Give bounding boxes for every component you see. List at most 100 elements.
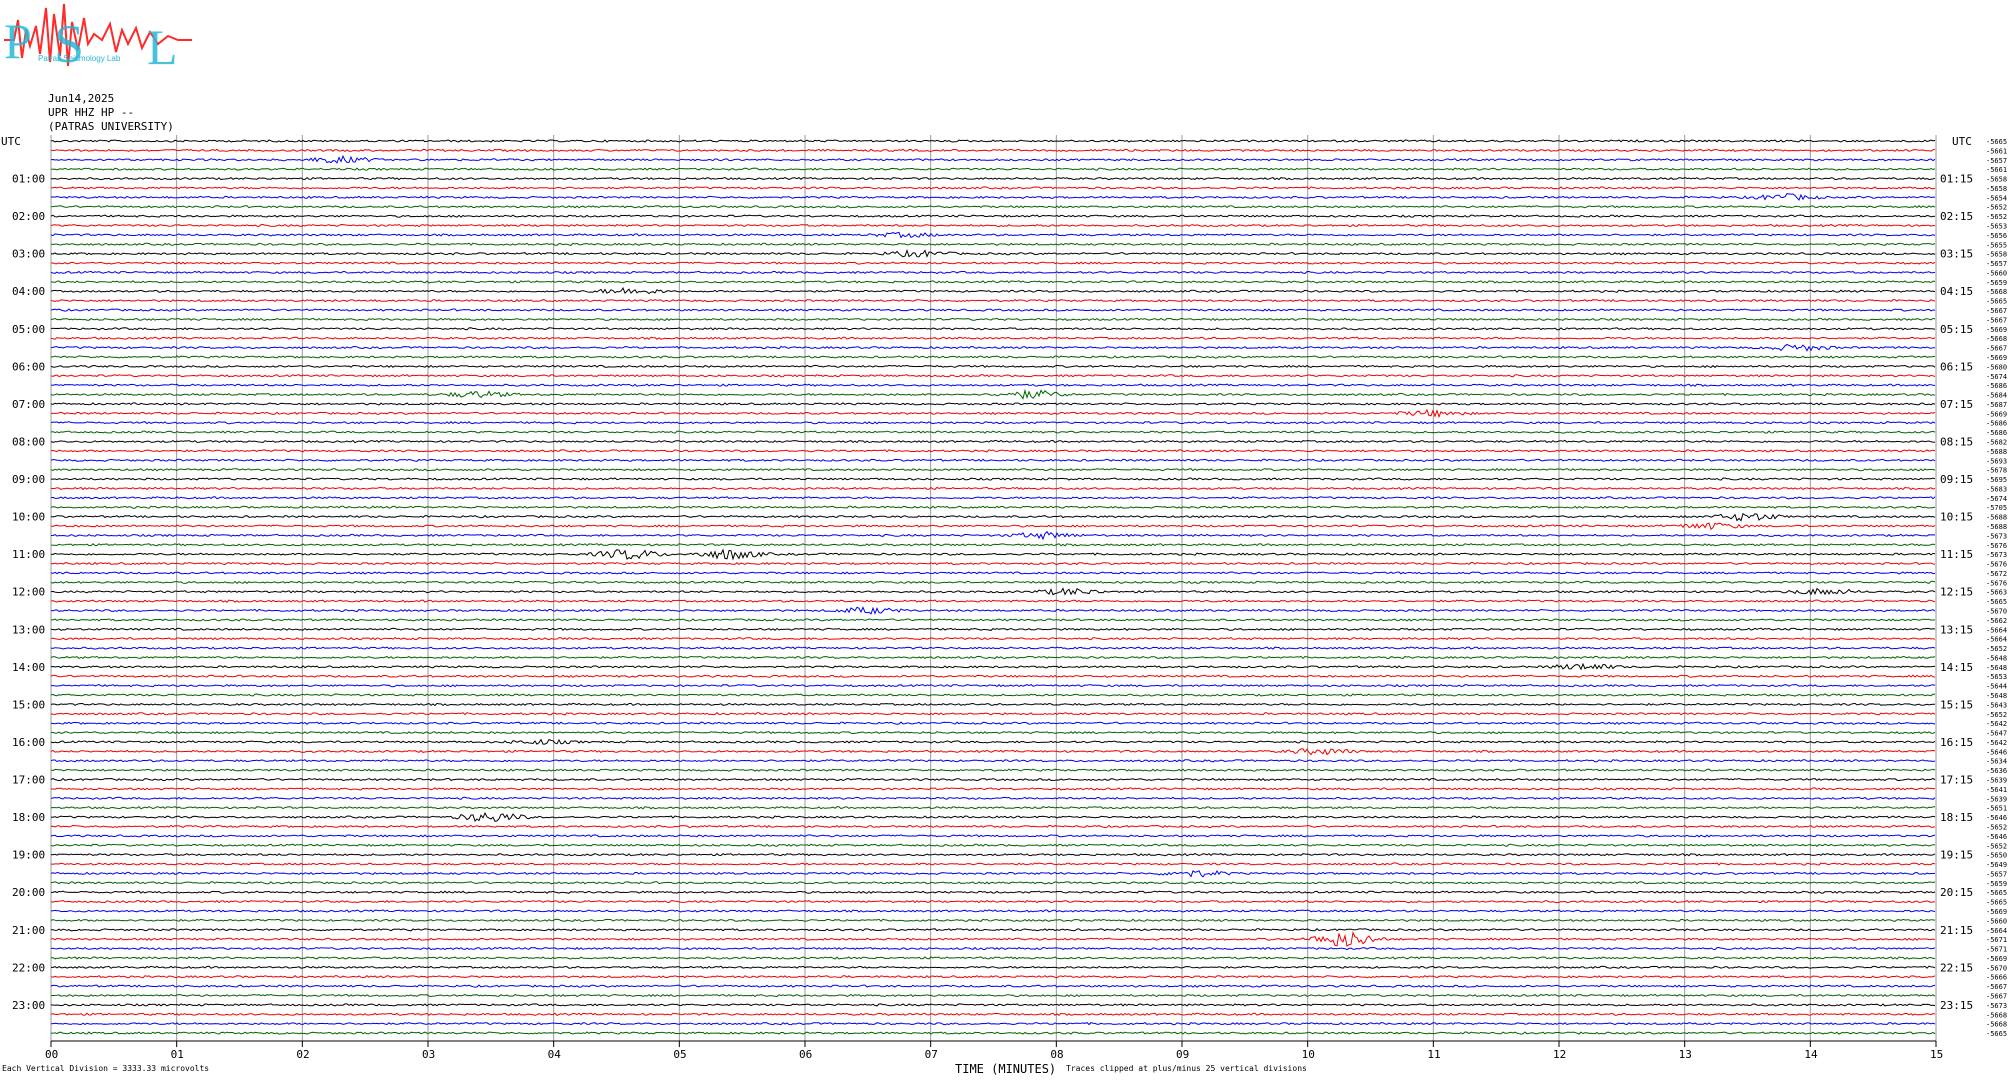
trace-line — [50, 186, 1936, 190]
hour-label-right: 14:15 — [1940, 661, 1973, 674]
clip-note: Traces clipped at plus/minus 25 vertical… — [1066, 1064, 1307, 1073]
trace-line — [50, 543, 1936, 547]
trace-line — [50, 806, 1936, 810]
trace-offset-label: -5667 — [1986, 983, 2007, 991]
trace-offset-label: -5653 — [1986, 673, 2007, 681]
trace-line — [50, 909, 1936, 913]
hour-label-left: 10:00 — [12, 511, 45, 524]
trace-line — [50, 383, 1936, 387]
hour-label-right: 09:15 — [1940, 473, 1973, 486]
trace-line — [50, 336, 1936, 340]
hour-label-right: 22:15 — [1940, 961, 1973, 974]
trace-line — [50, 355, 1936, 359]
trace-offset-label: -5647 — [1986, 730, 2007, 738]
trace-offset-label: -5639 — [1986, 777, 2007, 785]
trace-offset-label: -5684 — [1986, 392, 2007, 400]
trace-line — [50, 223, 1936, 228]
trace-offset-label: -5662 — [1986, 617, 2007, 625]
trace-line — [50, 1003, 1936, 1007]
trace-line — [50, 881, 1936, 885]
trace-line — [50, 702, 1935, 707]
trace-offset-label: -5659 — [1986, 279, 2007, 287]
trace-line — [50, 231, 1936, 239]
trace-line — [50, 176, 1936, 181]
trace-offset-label: -5657 — [1986, 870, 2007, 878]
trace-line — [50, 853, 1936, 857]
trace-offset-label: -5648 — [1986, 664, 2007, 672]
trace-offset-label: -5687 — [1986, 401, 2007, 409]
trace-line — [50, 712, 1936, 716]
trace-line — [50, 637, 1936, 641]
trace-line — [50, 242, 1936, 246]
trace-line — [50, 824, 1936, 829]
trace-offset-label: -5668 — [1986, 335, 2007, 343]
seismogram-chart: -5665-5661-5657-5661-5658-5658-5654-5652… — [1, 135, 2007, 1061]
trace-line — [50, 721, 1936, 725]
trace-line — [50, 870, 1936, 878]
trace-offset-label: -5643 — [1986, 701, 2007, 709]
trace-offset-label: -5658 — [1986, 176, 2007, 184]
trace-offset-label: -5665 — [1986, 598, 2007, 606]
trace-offset-label: -5673 — [1986, 1002, 2007, 1010]
trace-offset-label: -5674 — [1986, 495, 2007, 503]
trace-offset-label: -5658 — [1986, 251, 2007, 259]
trace-offset-label: -5652 — [1986, 842, 2007, 850]
trace-line — [50, 548, 1936, 561]
trace-offset-label: -5657 — [1986, 157, 2007, 165]
trace-offset-label: -5664 — [1986, 626, 2007, 634]
trace-line — [50, 796, 1936, 800]
trace-offset-label: -5658 — [1986, 185, 2007, 193]
trace-line — [50, 467, 1936, 472]
trace-offset-label: -5648 — [1986, 654, 2007, 662]
trace-line — [50, 587, 1936, 596]
trace-line — [50, 477, 1936, 481]
trace-offset-label: -5644 — [1986, 683, 2007, 691]
x-tick-label: 02 — [296, 1048, 309, 1061]
x-tick-label: 07 — [925, 1048, 938, 1061]
trace-offset-label: -5667 — [1986, 345, 2007, 353]
hour-label-right: 20:15 — [1940, 886, 1973, 899]
trace-line — [50, 768, 1936, 772]
trace-line — [50, 811, 1936, 822]
trace-offset-label: -5682 — [1986, 438, 2007, 446]
trace-line — [50, 674, 1936, 678]
trace-offset-label: -5671 — [1986, 946, 2007, 954]
hour-label-left: 01:00 — [12, 173, 45, 186]
trace-offset-label: -5661 — [1986, 166, 2007, 174]
x-tick-label: 05 — [673, 1048, 686, 1061]
trace-offset-label: -5671 — [1986, 936, 2007, 944]
trace-line — [50, 918, 1936, 922]
x-tick-label: 01 — [171, 1048, 184, 1061]
x-tick-label: 06 — [799, 1048, 812, 1061]
trace-offset-label: -5705 — [1986, 504, 2007, 512]
hour-label-right: 03:15 — [1940, 248, 1973, 261]
trace-line — [51, 683, 1936, 688]
trace-line — [50, 531, 1936, 541]
x-tick-label: 15 — [1930, 1048, 1943, 1061]
trace-line — [50, 1012, 1936, 1017]
trace-line — [50, 522, 1936, 531]
trace-offset-label: -5646 — [1986, 748, 2007, 756]
trace-offset-label: -5646 — [1986, 814, 2007, 822]
trace-offset-label: -5665 — [1986, 298, 2007, 306]
trace-line — [50, 374, 1936, 378]
trace-offset-label: -5688 — [1986, 523, 2007, 531]
hour-label-left: 05:00 — [12, 323, 45, 336]
hour-label-right: UTC — [1952, 135, 1972, 148]
trace-offset-label: -5656 — [1986, 232, 2007, 240]
trace-line — [50, 946, 1936, 951]
trace-offset-label: -5652 — [1986, 645, 2007, 653]
trace-offset-label: -5669 — [1986, 955, 2007, 963]
trace-line — [50, 777, 1936, 782]
trace-offset-label: -5664 — [1986, 927, 2007, 935]
trace-offset-label: -5642 — [1986, 720, 2007, 728]
x-tick-label: 14 — [1804, 1048, 1818, 1061]
trace-line — [51, 167, 1936, 171]
hour-label-right: 01:15 — [1940, 173, 1973, 186]
trace-line — [50, 956, 1936, 960]
trace-line — [50, 843, 1936, 847]
x-tick-label: 04 — [548, 1048, 562, 1061]
trace-offset-label: -5664 — [1986, 636, 2007, 644]
trace-offset-label: -5668 — [1986, 288, 2007, 296]
hour-label-left: 02:00 — [12, 210, 45, 223]
